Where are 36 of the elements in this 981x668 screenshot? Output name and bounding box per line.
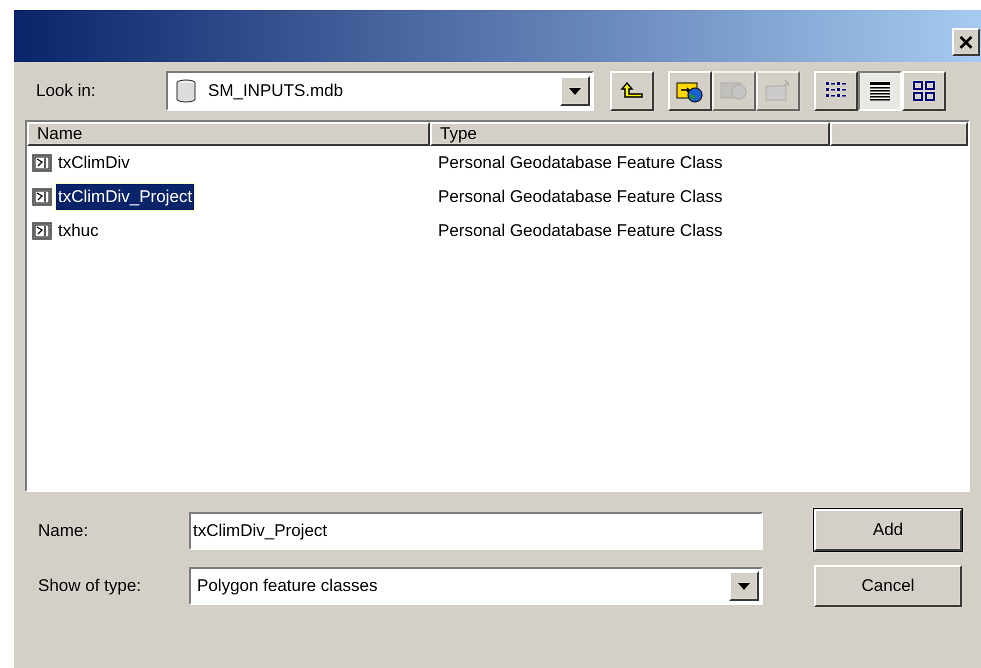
- caret-icon: [569, 88, 581, 94]
- file-row[interactable]: txClimDiv Personal Geodatabase Feature Class: [27, 146, 968, 180]
- thumbnail-view-icon: [912, 80, 936, 102]
- dropdown-button[interactable]: [560, 76, 590, 106]
- database-icon: [174, 78, 198, 104]
- file-name: txClimDiv_Project: [56, 184, 194, 210]
- look-in-dropdown[interactable]: SM_INPUTS.mdb: [166, 71, 594, 111]
- feature-class-icon: [31, 187, 53, 207]
- file-type: Personal Geodatabase Feature Class: [437, 220, 722, 242]
- file-name: txhuc: [57, 220, 100, 242]
- dialog-button[interactable]: Cancel: [814, 565, 962, 607]
- type-value: Polygon feature classes: [197, 575, 378, 598]
- dropdown-button[interactable]: [729, 571, 759, 601]
- caret-icon: [738, 582, 750, 590]
- dialog-button[interactable]: Add: [814, 509, 962, 551]
- feature-class-icon: [31, 153, 53, 173]
- file-type: Personal Geodatabase Feature Class: [437, 186, 722, 208]
- toolbar-button[interactable]: [610, 71, 654, 111]
- column-header[interactable]: Name: [27, 122, 430, 146]
- file-type: Personal Geodatabase Feature Class: [437, 152, 722, 174]
- type-label: Show of type:: [38, 575, 142, 598]
- name-label: Name:: [38, 520, 90, 542]
- file-row[interactable]: txClimDiv_Project Personal Geodatabase Feature Class: [27, 180, 968, 214]
- name-field[interactable]: txClimDiv_Project: [189, 512, 763, 550]
- look-in-value: SM_INPUTS.mdb: [208, 80, 344, 102]
- details-view-icon: [868, 80, 892, 102]
- view-button[interactable]: [858, 71, 902, 111]
- column-header[interactable]: [830, 122, 968, 146]
- file-row[interactable]: txhuc Personal Geodatabase Feature Class: [27, 214, 968, 248]
- feature-class-icon: [31, 221, 53, 241]
- column-header[interactable]: Type: [430, 122, 830, 146]
- close-button[interactable]: ×: [952, 28, 980, 56]
- toolbar-button[interactable]: [668, 71, 712, 111]
- type-dropdown[interactable]: Polygon feature classes: [189, 567, 763, 605]
- look-in-label: Look in:: [35, 80, 97, 102]
- file-name: txClimDiv: [57, 152, 131, 174]
